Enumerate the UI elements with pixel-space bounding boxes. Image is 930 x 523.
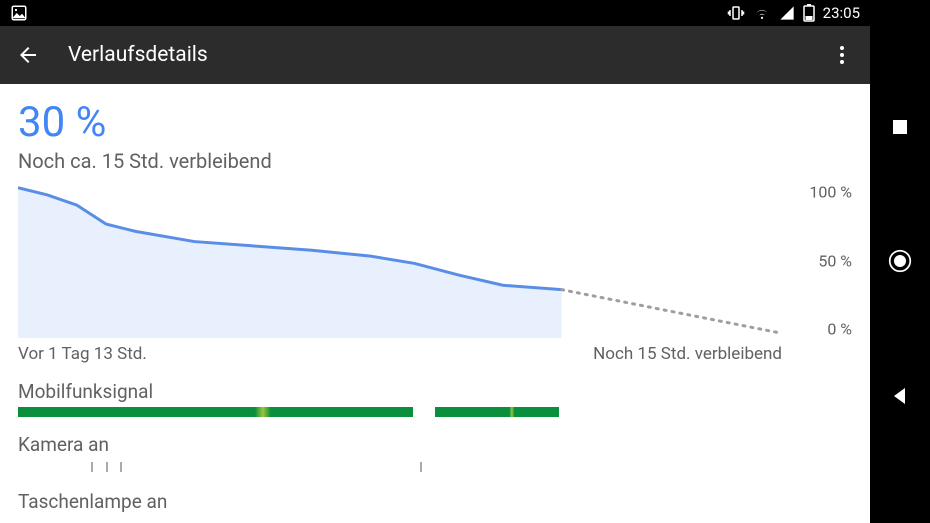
- cell-icon: [779, 5, 795, 21]
- section-kamera: Kamera an: [18, 433, 852, 456]
- system-navbar: [870, 0, 930, 523]
- battery-chart: 100 % 50 % 0 %: [18, 183, 852, 338]
- y-tick-50: 50 %: [818, 251, 852, 270]
- status-bar: 23:05: [0, 0, 870, 26]
- clock-text: 23:05: [823, 4, 860, 22]
- section-mobilfunksignal: Mobilfunksignal: [18, 380, 852, 403]
- content: 30 % Noch ca. 15 Std. verbleibend 100 % …: [0, 84, 870, 523]
- x-label-right: Noch 15 Std. verbleibend: [593, 344, 782, 364]
- picture-icon: [10, 4, 28, 22]
- battery-icon: [803, 4, 815, 22]
- back-arrow-icon[interactable]: [16, 43, 40, 67]
- vibrate-icon: [727, 4, 745, 22]
- y-tick-0: 0 %: [827, 319, 852, 338]
- back-button[interactable]: [888, 384, 912, 408]
- battery-remaining: Noch ca. 15 Std. verbleibend: [18, 149, 852, 173]
- signal-bar: [18, 407, 852, 417]
- home-button[interactable]: [888, 249, 912, 273]
- page-title: Verlaufsdetails: [68, 43, 208, 67]
- battery-percent: 30 %: [18, 98, 852, 147]
- app-bar: Verlaufsdetails: [0, 26, 870, 84]
- wifi-icon: [753, 4, 771, 22]
- y-tick-100: 100 %: [809, 183, 852, 202]
- overflow-menu-icon[interactable]: [830, 43, 854, 67]
- x-label-left: Vor 1 Tag 13 Std.: [18, 344, 147, 364]
- kamera-bar: [18, 460, 852, 474]
- section-taschenlampe: Taschenlampe an: [18, 490, 852, 513]
- recent-apps-button[interactable]: [888, 115, 912, 139]
